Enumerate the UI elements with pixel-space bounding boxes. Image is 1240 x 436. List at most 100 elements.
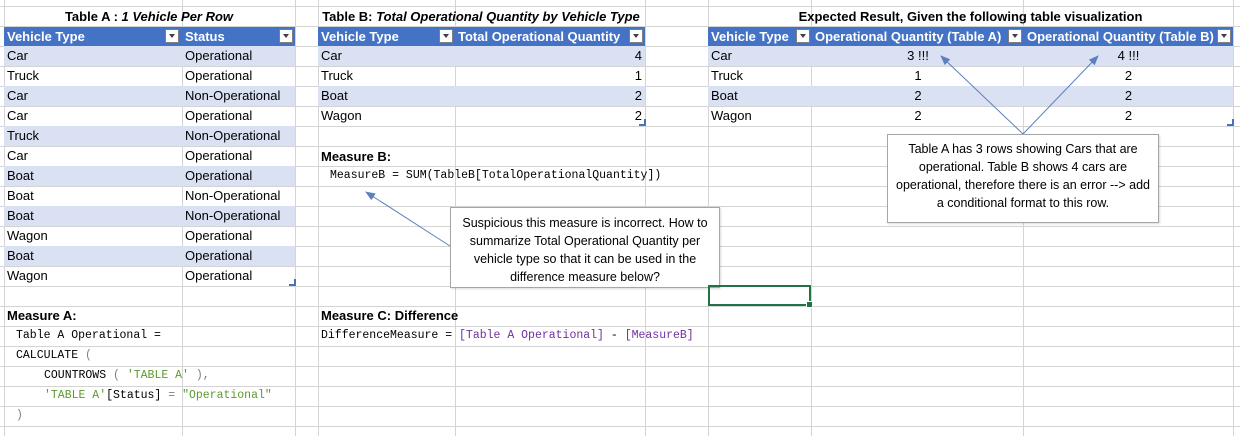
table-a-cell[interactable]: Car — [4, 106, 182, 126]
table-a-cell[interactable]: Boat — [4, 206, 182, 226]
table-a-cell[interactable]: Operational — [182, 66, 295, 86]
expected-cell[interactable]: 2 — [1024, 86, 1233, 106]
table-a-row[interactable]: Car Operational — [4, 106, 295, 126]
expected-result-title: Expected Result, Given the following tab… — [798, 9, 1143, 24]
table-a-cell[interactable]: Boat — [4, 166, 182, 186]
expected-cell[interactable]: Truck — [708, 66, 812, 86]
table-b-cell[interactable]: 4 — [455, 46, 645, 66]
table-b-resize-handle[interactable] — [639, 119, 646, 126]
filter-dropdown-icon[interactable] — [279, 29, 293, 43]
table-a-row[interactable]: Boat Non-Operational — [4, 206, 295, 226]
table-a-row[interactable]: Wagon Operational — [4, 226, 295, 246]
table-a-cell[interactable]: Boat — [4, 186, 182, 206]
table-a-row[interactable]: Boat Operational — [4, 246, 295, 266]
callout-measure-b-note: Suspicious this measure is incorrect. Ho… — [450, 207, 720, 288]
table-b-header-total-operational-quantity: Total Operational Quantity — [458, 29, 621, 44]
expected-cell[interactable]: 3 !!! — [812, 46, 1024, 66]
filter-dropdown-icon[interactable] — [165, 29, 179, 43]
table-a-cell[interactable]: Non-Operational — [182, 186, 295, 206]
table-b-cell[interactable]: 2 — [455, 86, 645, 106]
table-a-row[interactable]: Car Operational — [4, 46, 295, 66]
table-b-cell[interactable]: Boat — [318, 86, 455, 106]
table-a-row[interactable]: Car Operational — [4, 146, 295, 166]
table-a-header-status: Status — [185, 29, 225, 44]
expected-cell[interactable]: 1 — [812, 66, 1024, 86]
table-a-cell[interactable]: Car — [4, 46, 182, 66]
table-a-cell[interactable]: Operational — [182, 266, 295, 286]
table-a-row[interactable]: Truck Non-Operational — [4, 126, 295, 146]
table-a-row[interactable]: Boat Non-Operational — [4, 186, 295, 206]
callout-expected-note: Table A has 3 rows showing Cars that are… — [887, 134, 1159, 223]
table-b-row[interactable]: Truck 1 — [318, 66, 645, 86]
expected-cell[interactable]: 4 !!! — [1024, 46, 1233, 66]
selected-cell[interactable] — [708, 285, 813, 308]
expected-row[interactable]: Car 3 !!! 4 !!! — [708, 46, 1233, 66]
expected-cell[interactable]: 2 — [812, 106, 1024, 126]
table-a-cell[interactable]: Operational — [182, 146, 295, 166]
expected-cell[interactable]: 2 — [1024, 66, 1233, 86]
table-b-cell[interactable]: Truck — [318, 66, 455, 86]
measure-a-line-5: ) — [16, 409, 23, 422]
expected-row[interactable]: Boat 2 2 — [708, 86, 1233, 106]
table-a-header-vehicle-type: Vehicle Type — [7, 29, 85, 44]
table-a-cell[interactable]: Wagon — [4, 266, 182, 286]
expected-header-qty-table-b: Operational Quantity (Table B) — [1027, 29, 1214, 44]
table-b-title: Table B: Total Operational Quantity by V… — [322, 9, 640, 24]
table-a-cell[interactable]: Operational — [182, 106, 295, 126]
table-b-cell[interactable]: Wagon — [318, 106, 455, 126]
filter-dropdown-icon[interactable] — [629, 29, 643, 43]
table-b-row[interactable]: Boat 2 — [318, 86, 645, 106]
measure-a-line-4: 'TABLE A'[Status] = "Operational" — [44, 389, 272, 402]
measure-c-label: Measure C: Difference — [321, 308, 459, 323]
expected-result-header: Vehicle Type Operational Quantity (Table… — [708, 27, 1233, 46]
table-a-row[interactable]: Boat Operational — [4, 166, 295, 186]
table-b-cell[interactable]: 2 — [455, 106, 645, 126]
table-a-cell[interactable]: Truck — [4, 126, 182, 146]
measure-a-line-1: Table A Operational = — [16, 329, 161, 342]
table-b-row[interactable]: Wagon 2 — [318, 106, 645, 126]
table-a-cell[interactable]: Operational — [182, 46, 295, 66]
table-a-cell[interactable]: Operational — [182, 166, 295, 186]
filter-dropdown-icon[interactable] — [1008, 29, 1022, 43]
table-b-row[interactable]: Car 4 — [318, 46, 645, 66]
filter-dropdown-icon[interactable] — [796, 29, 810, 43]
expected-cell[interactable]: 2 — [812, 86, 1024, 106]
expected-row[interactable]: Truck 1 2 — [708, 66, 1233, 86]
table-a-resize-handle[interactable] — [289, 279, 296, 286]
table-a-cell[interactable]: Non-Operational — [182, 126, 295, 146]
table-a-cell[interactable]: Car — [4, 146, 182, 166]
table-b-header-vehicle-type: Vehicle Type — [321, 29, 399, 44]
table-a-cell[interactable]: Wagon — [4, 226, 182, 246]
expected-header-qty-table-a: Operational Quantity (Table A) — [815, 29, 1002, 44]
filter-dropdown-icon[interactable] — [439, 29, 453, 43]
table-a-cell[interactable]: Non-Operational — [182, 206, 295, 226]
expected-header-vehicle-type: Vehicle Type — [711, 29, 789, 44]
table-b-cell[interactable]: Car — [318, 46, 455, 66]
table-a-cell[interactable]: Car — [4, 86, 182, 106]
measure-b-label: Measure B: — [321, 149, 392, 164]
expected-resize-handle[interactable] — [1227, 119, 1234, 126]
measure-a-label: Measure A: — [7, 308, 77, 323]
table-a-row[interactable]: Wagon Operational — [4, 266, 295, 286]
expected-cell[interactable]: Car — [708, 46, 812, 66]
table-a-cell[interactable]: Truck — [4, 66, 182, 86]
filter-dropdown-icon[interactable] — [1217, 29, 1231, 43]
table-a-title: Table A : 1 Vehicle Per Row — [64, 9, 234, 24]
table-a-cell[interactable]: Operational — [182, 226, 295, 246]
table-a-cell[interactable]: Non-Operational — [182, 86, 295, 106]
table-a-row[interactable]: Truck Operational — [4, 66, 295, 86]
table-a-cell[interactable]: Boat — [4, 246, 182, 266]
measure-a-line-3: COUNTROWS ( 'TABLE A' ), — [44, 369, 210, 382]
measure-a-line-2: CALCULATE ( — [16, 349, 92, 362]
table-b-header: Vehicle Type Total Operational Quantity — [318, 27, 645, 46]
table-a-header: Vehicle Type Status — [4, 27, 295, 46]
table-a-cell[interactable]: Operational — [182, 246, 295, 266]
expected-row[interactable]: Wagon 2 2 — [708, 106, 1233, 126]
expected-cell[interactable]: Wagon — [708, 106, 812, 126]
table-a-row[interactable]: Car Non-Operational — [4, 86, 295, 106]
measure-c-code: DifferenceMeasure = [Table A Operational… — [321, 329, 694, 342]
expected-cell[interactable]: 2 — [1024, 106, 1233, 126]
table-b-cell[interactable]: 1 — [455, 66, 645, 86]
expected-cell[interactable]: Boat — [708, 86, 812, 106]
measure-b-code: MeasureB = SUM(TableB[TotalOperationalQu… — [330, 169, 662, 182]
